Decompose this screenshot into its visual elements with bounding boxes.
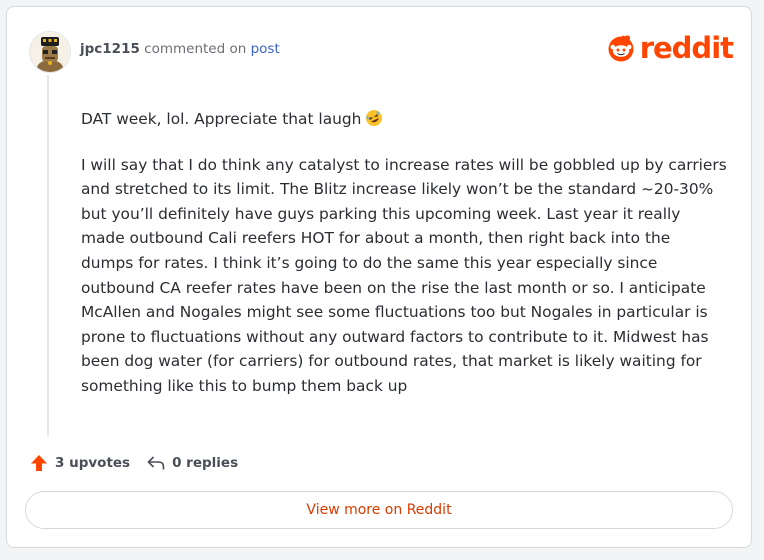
action-text: commented on <box>144 41 247 57</box>
view-more-button[interactable]: View more on Reddit <box>25 491 733 529</box>
upvote-button[interactable]: 3 upvotes <box>29 453 130 473</box>
thread-line <box>47 75 49 437</box>
comment-card: jpc1215 commented on post reddit DAT wee… <box>6 6 752 548</box>
comment-actions: 3 upvotes 0 replies <box>29 453 254 473</box>
comment-paragraph: DAT week, lol. Appreciate that laugh <box>81 107 727 135</box>
reddit-logo-icon <box>608 35 634 62</box>
avatar[interactable] <box>29 31 71 73</box>
reply-button[interactable]: 0 replies <box>146 453 238 473</box>
reply-count: 0 replies <box>172 455 239 471</box>
upvote-count: 3 upvotes <box>55 455 131 471</box>
rofl-emoji <box>365 109 383 135</box>
reply-icon <box>147 456 165 470</box>
comment-paragraph: I will say that I do think any catalyst … <box>81 155 727 395</box>
avatar-image <box>30 32 70 72</box>
username-link[interactable]: jpc1215 <box>80 41 140 57</box>
upvote-arrow-icon <box>31 455 47 471</box>
post-link[interactable]: post <box>251 41 280 57</box>
comment-body: DAT week, lol. Appreciate that laugh I w… <box>81 107 727 417</box>
comment-header: jpc1215 commented on post <box>80 41 280 57</box>
paragraph-text: DAT week, lol. Appreciate that laugh <box>81 110 362 128</box>
reddit-brand[interactable]: reddit <box>606 30 734 65</box>
reddit-wordmark: reddit <box>639 30 734 65</box>
